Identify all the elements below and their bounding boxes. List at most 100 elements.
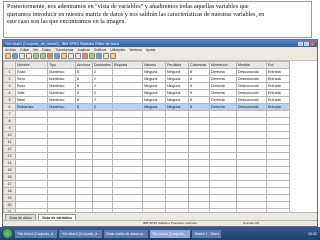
menu-graficos[interactable]: Gráficos <box>94 48 107 52</box>
minimize-icon[interactable]: – <box>298 41 303 46</box>
empty-cell[interactable] <box>165 131 189 139</box>
empty-cell[interactable] <box>15 159 48 167</box>
row-number[interactable]: 14 <box>3 159 16 167</box>
empty-cell[interactable] <box>75 152 93 160</box>
empty-cell[interactable] <box>236 152 267 160</box>
empty-cell[interactable] <box>209 166 237 174</box>
empty-cell[interactable] <box>236 201 267 209</box>
empty-cell[interactable] <box>47 194 76 202</box>
cell-tipo[interactable]: Numérico <box>47 96 76 104</box>
empty-cell[interactable] <box>236 173 267 181</box>
cell-medida[interactable]: Desconocido <box>236 103 267 111</box>
save-icon[interactable] <box>12 53 18 59</box>
cell-valores[interactable]: Ninguna <box>142 68 166 76</box>
empty-cell[interactable] <box>165 124 189 132</box>
menu-ver[interactable]: Ver <box>33 48 38 52</box>
empty-cell[interactable] <box>47 138 76 146</box>
empty-cell[interactable] <box>75 110 93 118</box>
row-number[interactable]: 10 <box>3 131 16 139</box>
cell-alineacion[interactable]: Derecha <box>209 103 237 111</box>
empty-cell[interactable] <box>266 166 290 174</box>
empty-cell[interactable] <box>209 159 237 167</box>
cell-alineacion[interactable]: Derecha <box>209 89 237 97</box>
cell-nombre[interactable]: Embarazo <box>15 103 48 111</box>
empty-cell[interactable] <box>188 180 210 188</box>
empty-cell[interactable] <box>209 117 237 125</box>
row-number[interactable]: 1 <box>3 68 16 76</box>
cell-valores[interactable]: Ninguna <box>142 96 166 104</box>
row-number[interactable]: 6 <box>3 103 16 111</box>
empty-cell[interactable] <box>142 187 166 195</box>
empty-cell[interactable] <box>209 194 237 202</box>
empty-cell[interactable] <box>188 166 210 174</box>
empty-cell[interactable] <box>165 194 189 202</box>
row-number[interactable]: 7 <box>3 110 16 118</box>
cell-decimales[interactable]: 2 <box>92 68 113 76</box>
row-number[interactable]: 12 <box>3 145 16 153</box>
row-number[interactable]: 2 <box>3 75 16 83</box>
empty-cell[interactable] <box>209 124 237 132</box>
undo-icon[interactable] <box>33 53 39 59</box>
cell-nombre[interactable]: Nivel <box>15 96 48 104</box>
empty-cell[interactable] <box>165 173 189 181</box>
empty-cell[interactable] <box>188 173 210 181</box>
row-number[interactable]: 13 <box>3 152 16 160</box>
empty-cell[interactable] <box>266 194 290 202</box>
row-number[interactable]: 17 <box>3 180 16 188</box>
empty-cell[interactable] <box>92 138 113 146</box>
empty-cell[interactable] <box>188 159 210 167</box>
cell-valores[interactable]: Ninguna <box>142 82 166 90</box>
empty-cell[interactable] <box>75 145 93 153</box>
empty-cell[interactable] <box>92 124 113 132</box>
empty-cell[interactable] <box>112 145 143 153</box>
empty-cell[interactable] <box>165 152 189 160</box>
empty-cell[interactable] <box>92 166 113 174</box>
empty-cell[interactable] <box>15 124 48 132</box>
empty-cell[interactable] <box>47 166 76 174</box>
empty-cell[interactable] <box>165 145 189 153</box>
empty-cell[interactable] <box>266 145 290 153</box>
cell-decimales[interactable]: 2 <box>92 82 113 90</box>
print-icon[interactable] <box>19 53 25 59</box>
empty-cell[interactable] <box>236 180 267 188</box>
cell-columnas[interactable]: 8 <box>188 103 210 111</box>
empty-cell[interactable] <box>266 187 290 195</box>
empty-cell[interactable] <box>112 124 143 132</box>
row-number[interactable]: 4 <box>3 89 16 97</box>
empty-cell[interactable] <box>209 131 237 139</box>
empty-cell[interactable] <box>209 180 237 188</box>
empty-cell[interactable] <box>112 138 143 146</box>
taskbar-item[interactable]: Sesión 1 - Word <box>192 229 221 238</box>
empty-cell[interactable] <box>142 152 166 160</box>
empty-cell[interactable] <box>47 180 76 188</box>
empty-cell[interactable] <box>75 173 93 181</box>
empty-cell[interactable] <box>142 159 166 167</box>
cell-medida[interactable]: Desconocido <box>236 68 267 76</box>
cell-perdidos[interactable]: Ninguna <box>165 68 189 76</box>
cell-anchura[interactable]: 8 <box>75 68 93 76</box>
menu-editar[interactable]: Editar <box>20 48 29 52</box>
cell-valores[interactable]: Ninguna <box>142 75 166 83</box>
empty-cell[interactable] <box>112 152 143 160</box>
cell-medida[interactable]: Desconocido <box>236 96 267 104</box>
insert-cases-icon[interactable] <box>68 53 74 59</box>
row-number[interactable]: 19 <box>3 194 16 202</box>
cell-alineacion[interactable]: Derecha <box>209 68 237 76</box>
empty-cell[interactable] <box>165 117 189 125</box>
cell-tipo[interactable]: Numérico <box>47 103 76 111</box>
empty-cell[interactable] <box>15 145 48 153</box>
empty-cell[interactable] <box>92 180 113 188</box>
empty-cell[interactable] <box>75 166 93 174</box>
empty-cell[interactable] <box>266 173 290 181</box>
empty-cell[interactable] <box>142 194 166 202</box>
empty-cell[interactable] <box>15 110 48 118</box>
empty-cell[interactable] <box>266 124 290 132</box>
empty-cell[interactable] <box>75 180 93 188</box>
empty-cell[interactable] <box>47 173 76 181</box>
empty-cell[interactable] <box>142 124 166 132</box>
cell-decimales[interactable]: 2 <box>92 75 113 83</box>
taskbar-item[interactable]: *Sin título1 [Conjunto_d... <box>15 229 58 238</box>
empty-cell[interactable] <box>142 201 166 209</box>
empty-cell[interactable] <box>236 166 267 174</box>
empty-cell[interactable] <box>47 131 76 139</box>
